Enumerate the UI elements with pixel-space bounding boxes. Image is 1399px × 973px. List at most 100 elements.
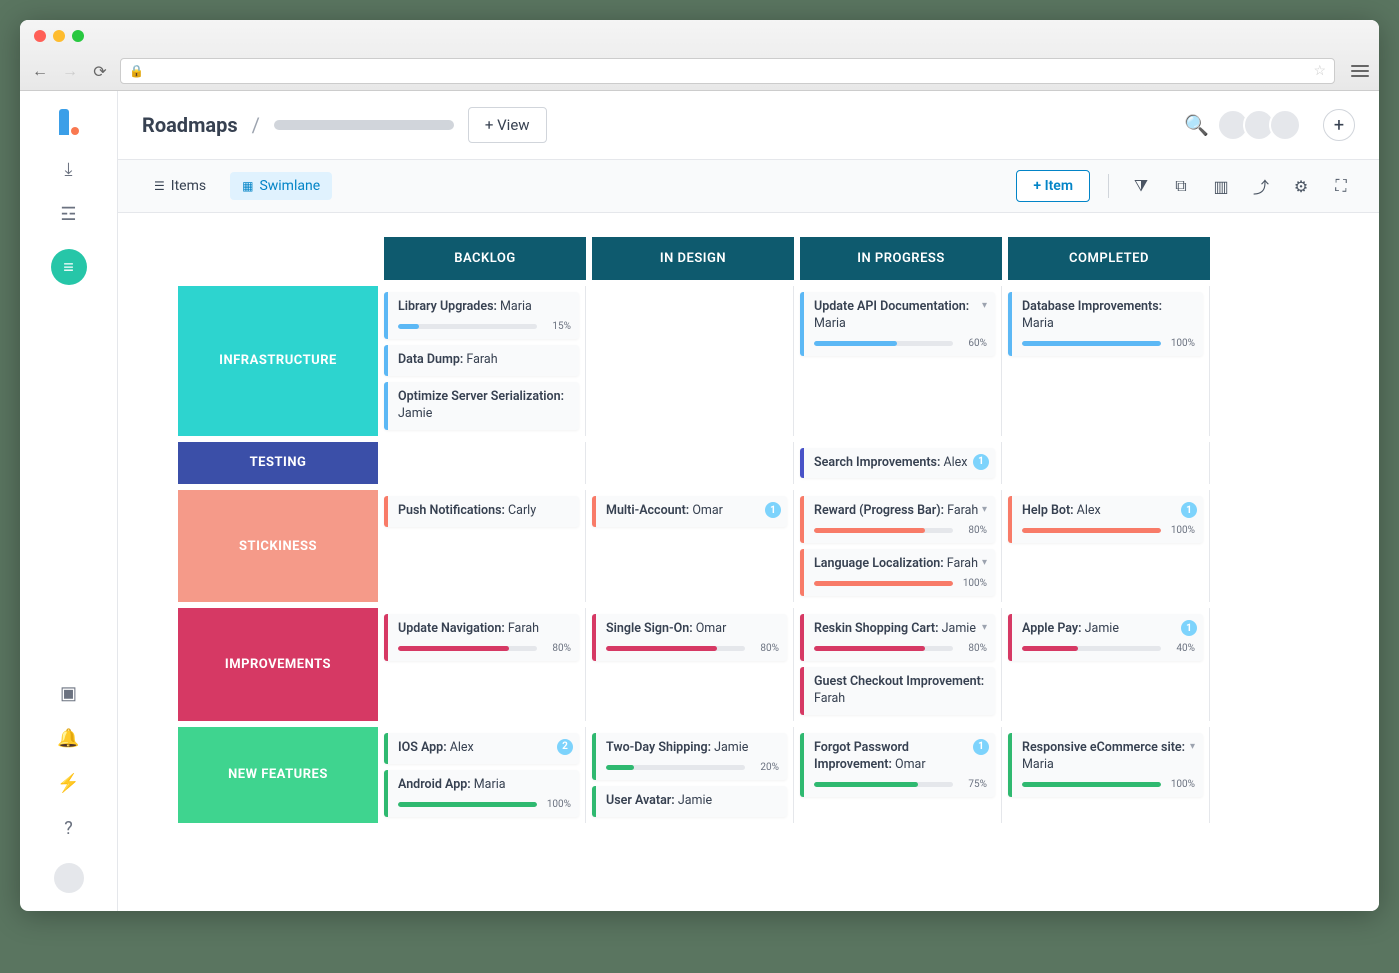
card[interactable]: Guest Checkout Improvement: Farah xyxy=(800,667,995,715)
chevron-down-icon[interactable]: ▾ xyxy=(982,557,987,568)
card[interactable]: Apple Pay: Jamie40%1 xyxy=(1008,614,1203,661)
card[interactable]: Android App: Maria100% xyxy=(384,770,579,817)
card[interactable]: Search Improvements: Alex1 xyxy=(800,448,995,479)
progress-bar: 80% xyxy=(814,525,987,536)
card-title: Reward (Progress Bar): Farah xyxy=(814,503,987,520)
inbox-icon[interactable]: ⤓ xyxy=(65,159,73,180)
contacts-icon[interactable]: ▣ xyxy=(60,683,77,704)
back-button[interactable]: ← xyxy=(30,61,50,81)
card[interactable]: IOS App: Alex2 xyxy=(384,733,579,764)
cell-infrastructure-1 xyxy=(586,286,794,436)
card[interactable]: Reward (Progress Bar): Farah 80% ▾ xyxy=(800,496,995,543)
card[interactable]: Reskin Shopping Cart: Jamie80%▾ xyxy=(800,614,995,661)
card[interactable]: Push Notifications: Carly xyxy=(384,496,579,527)
add-item-button[interactable]: + Item xyxy=(1016,170,1090,202)
cell-testing-2: Search Improvements: Alex1 xyxy=(794,442,1002,485)
chevron-down-icon[interactable]: ▾ xyxy=(982,300,987,311)
card-badge: 2 xyxy=(557,739,573,755)
browser-menu-icon[interactable] xyxy=(1351,65,1369,77)
cell-newfeatures-0: IOS App: Alex2 Android App: Maria100% xyxy=(378,727,586,823)
list-check-icon[interactable]: ☲ xyxy=(60,204,76,225)
fullscreen-icon[interactable]: ⛶ xyxy=(1327,176,1355,196)
breadcrumb-separator: / xyxy=(252,113,260,137)
roadmap-icon[interactable]: ≡ xyxy=(51,249,87,285)
maximize-window-icon[interactable] xyxy=(72,30,84,42)
progress-percent: 100% xyxy=(1167,779,1195,790)
close-window-icon[interactable] xyxy=(34,30,46,42)
reload-button[interactable]: ⟳ xyxy=(90,62,110,81)
url-field[interactable]: 🔒 ☆ xyxy=(120,58,1335,84)
lane-infrastructure[interactable]: INFRASTRUCTURE xyxy=(178,286,378,436)
app-logo[interactable] xyxy=(59,109,79,135)
minimize-window-icon[interactable] xyxy=(53,30,65,42)
column-header-completed: COMPLETED xyxy=(1008,237,1210,280)
add-view-button[interactable]: + View xyxy=(468,107,547,143)
filter-icon[interactable]: ⧩ xyxy=(1127,176,1155,196)
saved-filter-icon[interactable]: ⧉ xyxy=(1167,176,1195,196)
search-icon[interactable]: 🔍 xyxy=(1184,113,1209,137)
card[interactable]: Database Improvements: Maria100% xyxy=(1008,292,1203,356)
cell-newfeatures-2: Forgot Password Improvement: Omar75%1 xyxy=(794,727,1002,823)
card-title: User Avatar: Jamie xyxy=(606,793,779,810)
progress-percent: 100% xyxy=(959,578,987,589)
lane-improvements[interactable]: IMPROVEMENTS xyxy=(178,608,378,721)
tab-swimlane[interactable]: ▦ Swimlane xyxy=(230,172,332,200)
tab-items-label: Items xyxy=(171,178,206,194)
progress-bar: 80% xyxy=(398,643,571,654)
notifications-icon[interactable]: 🔔 xyxy=(57,728,79,749)
card-title: Forgot Password Improvement: Omar xyxy=(814,740,987,774)
cell-stickiness-2: Reward (Progress Bar): Farah80%▾Language… xyxy=(794,490,1002,602)
roadmap-name-placeholder[interactable] xyxy=(274,120,454,130)
card[interactable]: Data Dump: Farah xyxy=(384,345,579,376)
card[interactable]: Single Sign-On: Omar80% xyxy=(592,614,787,661)
settings-gear-icon[interactable]: ⚙ xyxy=(1287,177,1315,196)
card[interactable]: Optimize Server Serialization: Jamie xyxy=(384,382,579,430)
cell-stickiness-3: Help Bot: Alex100%1 xyxy=(1002,490,1210,602)
chevron-down-icon[interactable]: ▾ xyxy=(982,622,987,633)
card-title: Update Navigation: Farah xyxy=(398,621,571,638)
add-collaborator-button[interactable]: + xyxy=(1323,109,1355,141)
card[interactable]: Library Upgrades: Maria15% xyxy=(384,292,579,339)
chevron-down-icon[interactable]: ▾ xyxy=(982,504,987,515)
collaborator-avatars[interactable] xyxy=(1223,109,1301,141)
progress-percent: 40% xyxy=(1167,643,1195,654)
card-title: Database Improvements: Maria xyxy=(1022,299,1195,333)
card[interactable]: Two-Day Shipping: Jamie20% xyxy=(592,733,787,780)
progress-percent: 20% xyxy=(751,762,779,773)
chevron-down-icon[interactable]: ▾ xyxy=(1190,741,1195,752)
cell-newfeatures-1: Two-Day Shipping: Jamie20% User Avatar: J… xyxy=(586,727,794,823)
card[interactable]: User Avatar: Jamie xyxy=(592,786,787,817)
cell-improvements-0: Update Navigation: Farah 80% xyxy=(378,608,586,721)
lane-newfeatures[interactable]: NEW FEATURES xyxy=(178,727,378,823)
tab-swimlane-label: Swimlane xyxy=(259,178,320,194)
card-title: Search Improvements: Alex xyxy=(814,455,987,472)
lane-testing[interactable]: TESTING xyxy=(178,442,378,485)
card-title: Multi-Account: Omar xyxy=(606,503,779,520)
export-icon[interactable]: ⤴ xyxy=(1247,174,1275,198)
card[interactable]: Update API Documentation: Maria60%▾ xyxy=(800,292,995,356)
card[interactable]: Forgot Password Improvement: Omar75%1 xyxy=(800,733,995,797)
card-title: Data Dump: Farah xyxy=(398,352,571,369)
help-icon[interactable]: ? xyxy=(64,818,73,839)
progress-bar: 40% xyxy=(1022,643,1195,654)
card[interactable]: Update Navigation: Farah 80% xyxy=(384,614,579,661)
card-badge: 1 xyxy=(973,739,989,755)
tab-items[interactable]: ☰ Items xyxy=(142,172,218,200)
lane-stickiness[interactable]: STICKINESS xyxy=(178,490,378,602)
page-title: Roadmaps xyxy=(142,113,238,137)
progress-bar: 20% xyxy=(606,762,779,773)
bolt-icon[interactable]: ⚡ xyxy=(57,773,79,794)
card[interactable]: Help Bot: Alex100%1 xyxy=(1008,496,1203,543)
bookmark-star-icon[interactable]: ☆ xyxy=(1313,63,1326,79)
card-title: Responsive eCommerce site: Maria xyxy=(1022,740,1195,774)
card[interactable]: Multi-Account: Omar1 xyxy=(592,496,787,527)
progress-percent: 60% xyxy=(959,338,987,349)
columns-icon[interactable]: ▥ xyxy=(1207,177,1235,196)
card[interactable]: Responsive eCommerce site: Maria 100% ▾ xyxy=(1008,733,1203,797)
progress-percent: 80% xyxy=(959,525,987,536)
card-title: Push Notifications: Carly xyxy=(398,503,571,520)
user-avatar[interactable] xyxy=(54,863,84,893)
progress-bar: 60% xyxy=(814,338,987,349)
card[interactable]: Language Localization: Farah100%▾ xyxy=(800,549,995,596)
column-header-in-progress: IN PROGRESS xyxy=(800,237,1002,280)
